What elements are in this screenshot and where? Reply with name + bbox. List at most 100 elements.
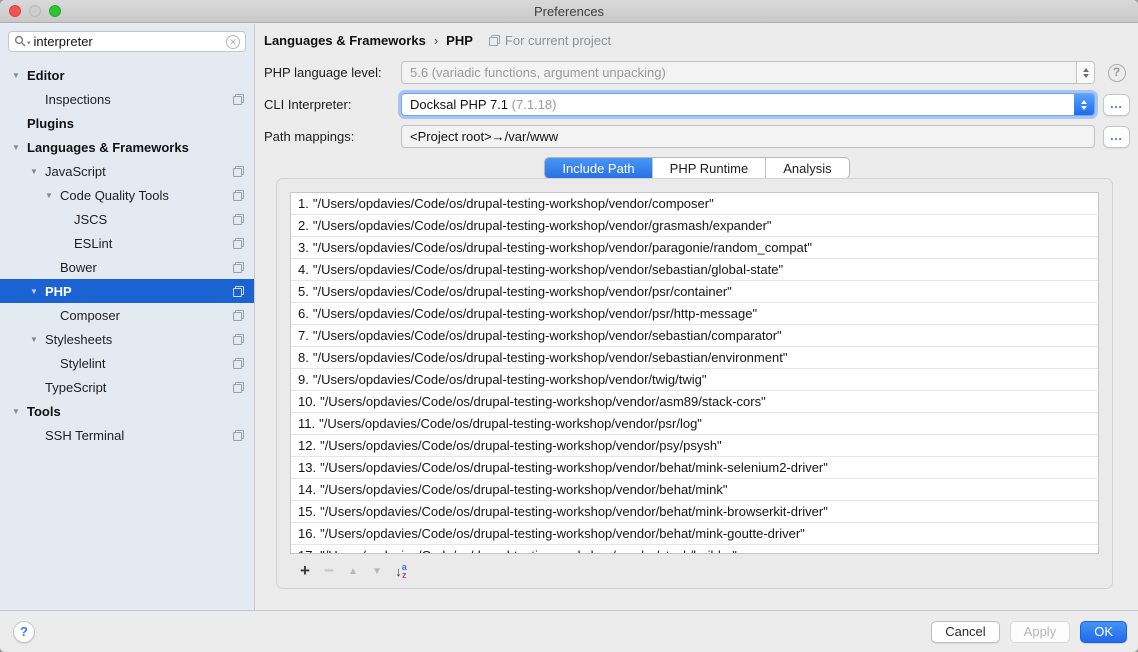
language-level-select[interactable]: 5.6 (variadic functions, argument unpack… (401, 61, 1095, 84)
sidebar-item-stylelint[interactable]: Stylelint (0, 351, 254, 375)
tab-analysis[interactable]: Analysis (765, 158, 848, 178)
include-path-value: "/Users/opdavies/Code/os/drupal-testing-… (313, 350, 788, 365)
sidebar-item-typescript[interactable]: TypeScript (0, 375, 254, 399)
tab-include-path[interactable]: Include Path (545, 158, 651, 178)
path-mappings-field[interactable]: <Project root>→/var/www (401, 125, 1095, 148)
sidebar-item-label: Tools (27, 404, 61, 419)
expand-triangle-icon[interactable]: ▼ (45, 191, 60, 200)
close-window-button[interactable] (9, 5, 21, 17)
sidebar-item-languages-frameworks[interactable]: ▼ Languages & Frameworks (0, 135, 254, 159)
settings-main-panel: Languages & Frameworks › PHP For current… (256, 24, 1138, 610)
clear-search-icon[interactable]: ✕ (226, 35, 240, 49)
sidebar-item-php[interactable]: ▼ PHP (0, 279, 254, 303)
current-project-scope-icon (233, 382, 244, 393)
include-path-row[interactable]: 15."/Users/opdavies/Code/os/drupal-testi… (291, 501, 1098, 523)
ok-button[interactable]: OK (1080, 621, 1127, 643)
cli-interpreter-label: CLI Interpreter: (256, 97, 401, 112)
move-up-button[interactable]: ▲ (341, 566, 365, 577)
add-path-button[interactable]: + (293, 561, 317, 581)
sidebar-item-code-quality-tools[interactable]: ▼ Code Quality Tools (0, 183, 254, 207)
cli-interpreter-browse-button[interactable]: … (1103, 94, 1130, 116)
sidebar-item-label: Bower (60, 260, 97, 275)
include-path-row[interactable]: 1."/Users/opdavies/Code/os/drupal-testin… (291, 193, 1098, 215)
cli-interpreter-select[interactable]: Docksal PHP 7.1 (7.1.18) (401, 93, 1095, 116)
cli-interpreter-value: Docksal PHP 7.1 (410, 97, 508, 112)
current-project-scope-icon (233, 334, 244, 345)
include-path-value: "/Users/opdavies/Code/os/drupal-testing-… (313, 306, 757, 321)
breadcrumb-section: Languages & Frameworks (264, 33, 426, 48)
search-options-caret-icon[interactable]: ▾ (27, 39, 31, 47)
sidebar-item-label: Editor (27, 68, 65, 83)
path-mappings-label: Path mappings: (256, 129, 401, 144)
sidebar-item-inspections[interactable]: Inspections (0, 87, 254, 111)
sidebar-item-tools[interactable]: ▼ Tools (0, 399, 254, 423)
tabs-segmented-control: Include Path PHP Runtime Analysis (544, 157, 849, 179)
expand-triangle-icon[interactable]: ▼ (30, 287, 45, 296)
include-path-row[interactable]: 10."/Users/opdavies/Code/os/drupal-testi… (291, 391, 1098, 413)
include-path-row[interactable]: 16."/Users/opdavies/Code/os/drupal-testi… (291, 523, 1098, 545)
include-path-row[interactable]: 11."/Users/opdavies/Code/os/drupal-testi… (291, 413, 1098, 435)
expand-triangle-icon[interactable]: ▼ (12, 407, 27, 416)
settings-search-field[interactable]: ▾ ✕ (8, 31, 246, 52)
window-title: Preferences (0, 0, 1138, 23)
sidebar-item-jscs[interactable]: JSCS (0, 207, 254, 231)
select-stepper-icon (1076, 62, 1094, 83)
include-path-value: "/Users/opdavies/Code/os/drupal-testing-… (313, 262, 783, 277)
expand-triangle-icon[interactable]: ▼ (12, 71, 27, 80)
move-down-button[interactable]: ▼ (365, 566, 389, 577)
breadcrumb: Languages & Frameworks › PHP For current… (264, 33, 611, 48)
zoom-window-button[interactable] (49, 5, 61, 17)
current-project-scope-icon (233, 358, 244, 369)
help-button[interactable]: ? (13, 621, 35, 643)
include-path-value: "/Users/opdavies/Code/os/drupal-testing-… (320, 460, 828, 475)
sidebar-item-composer[interactable]: Composer (0, 303, 254, 327)
path-mappings-browse-button[interactable]: … (1103, 126, 1130, 148)
include-path-row[interactable]: 12."/Users/opdavies/Code/os/drupal-testi… (291, 435, 1098, 457)
remove-path-button[interactable]: − (317, 561, 341, 581)
expand-triangle-icon[interactable]: ▼ (12, 143, 27, 152)
sidebar-item-label: Composer (60, 308, 120, 323)
sidebar-item-eslint[interactable]: ESLint (0, 231, 254, 255)
expand-triangle-icon[interactable]: ▼ (30, 167, 45, 176)
minimize-window-button[interactable] (29, 5, 41, 17)
include-path-list[interactable]: 1."/Users/opdavies/Code/os/drupal-testin… (290, 192, 1099, 554)
path-mappings-row: Path mappings: <Project root>→/var/www … (256, 125, 1138, 148)
sidebar-item-ssh-terminal[interactable]: SSH Terminal (0, 423, 254, 447)
include-path-row[interactable]: 3."/Users/opdavies/Code/os/drupal-testin… (291, 237, 1098, 259)
expand-triangle-icon[interactable]: ▼ (30, 335, 45, 344)
include-path-row[interactable]: 4."/Users/opdavies/Code/os/drupal-testin… (291, 259, 1098, 281)
include-path-row[interactable]: 6."/Users/opdavies/Code/os/drupal-testin… (291, 303, 1098, 325)
sidebar-item-javascript[interactable]: ▼ JavaScript (0, 159, 254, 183)
select-stepper-icon (1074, 94, 1094, 115)
sidebar-item-plugins[interactable]: Plugins (0, 111, 254, 135)
sidebar-item-label: Stylelint (60, 356, 106, 371)
sidebar-item-label: SSH Terminal (45, 428, 124, 443)
sidebar-item-stylesheets[interactable]: ▼ Stylesheets (0, 327, 254, 351)
include-path-row[interactable]: 13."/Users/opdavies/Code/os/drupal-testi… (291, 457, 1098, 479)
scope-note: For current project (489, 33, 611, 48)
tab-php-runtime[interactable]: PHP Runtime (652, 158, 766, 178)
language-level-value: 5.6 (variadic functions, argument unpack… (402, 65, 1076, 80)
include-path-row[interactable]: 8."/Users/opdavies/Code/os/drupal-testin… (291, 347, 1098, 369)
include-path-value: "/Users/opdavies/Code/os/drupal-testing-… (320, 482, 727, 497)
sort-alphabetically-button[interactable]: ↓ a z (389, 563, 413, 579)
include-path-row[interactable]: 9."/Users/opdavies/Code/os/drupal-testin… (291, 369, 1098, 391)
search-icon (14, 35, 27, 48)
include-path-value: "/Users/opdavies/Code/os/drupal-testing-… (320, 548, 737, 554)
apply-button[interactable]: Apply (1010, 621, 1071, 643)
include-path-row[interactable]: 2."/Users/opdavies/Code/os/drupal-testin… (291, 215, 1098, 237)
scope-label: For current project (505, 33, 611, 48)
include-path-row[interactable]: 7."/Users/opdavies/Code/os/drupal-testin… (291, 325, 1098, 347)
sidebar-item-label: Inspections (45, 92, 111, 107)
traffic-lights (9, 5, 61, 17)
search-input[interactable] (34, 34, 226, 49)
cancel-button[interactable]: Cancel (931, 621, 999, 643)
sidebar-item-bower[interactable]: Bower (0, 255, 254, 279)
sidebar-item-editor[interactable]: ▼ Editor (0, 63, 254, 87)
language-level-help-icon[interactable]: ? (1108, 64, 1126, 82)
current-project-scope-icon (489, 35, 500, 46)
include-path-row[interactable]: 5."/Users/opdavies/Code/os/drupal-testin… (291, 281, 1098, 303)
cli-interpreter-version: (7.1.18) (512, 97, 557, 112)
include-path-row[interactable]: 17."/Users/opdavies/Code/os/drupal-testi… (291, 545, 1098, 554)
include-path-row[interactable]: 14."/Users/opdavies/Code/os/drupal-testi… (291, 479, 1098, 501)
